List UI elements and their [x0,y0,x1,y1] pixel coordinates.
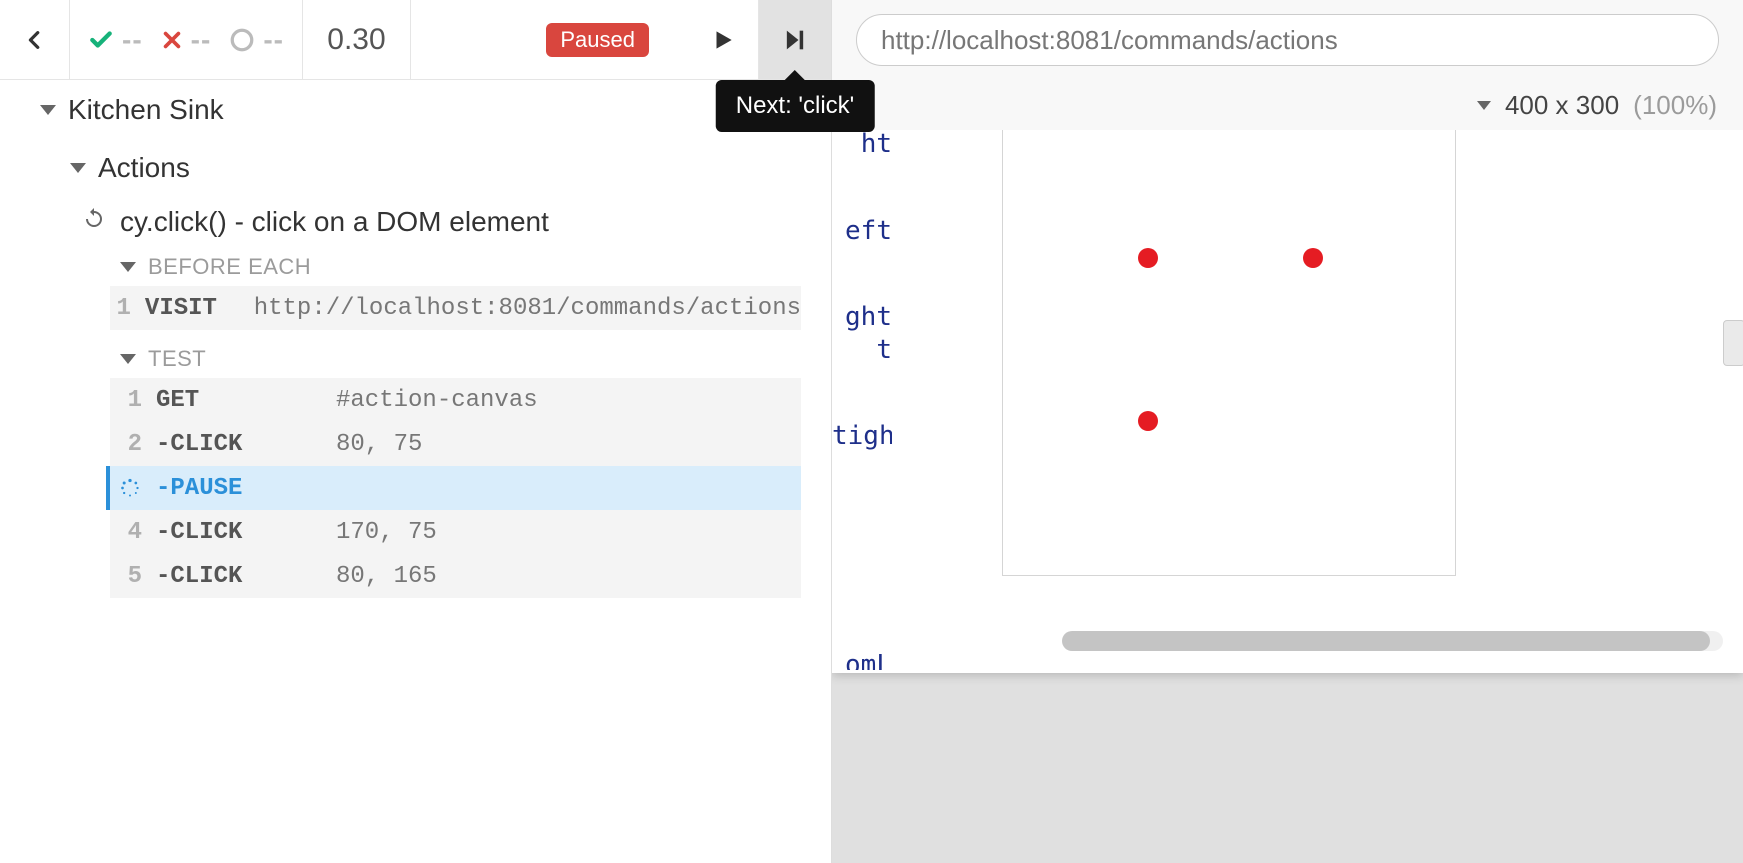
cmd-args: http://localhost:8081/commands/actions [254,295,801,322]
cmd-number: 4 [114,519,156,546]
runner-toolbar: -- -- -- 0.30 Paused [0,0,831,80]
stat-failed: -- [161,24,212,56]
command-row[interactable]: 1 GET #action-canvas [110,378,801,422]
cmd-name: GET [156,387,336,414]
click-dot [1138,248,1158,268]
command-row[interactable]: 2 -CLICK 80, 75 [110,422,801,466]
describe-row[interactable]: Actions [0,148,831,188]
chevron-left-icon [24,23,46,57]
command-row[interactable]: 1 VISIT http://localhost:8081/commands/a… [110,286,801,330]
circle-icon [229,27,255,53]
url-bar-row [832,0,1743,80]
pending-count: -- [263,24,284,56]
vertical-scroll-knob[interactable] [1723,320,1743,366]
aut-sidebar-fragment: ht eft ght t tigh omL [832,130,892,670]
command-row[interactable]: 4 -CLICK 170, 75 [110,510,801,554]
aut-preview-wrapper: ht eft ght t tigh omL [832,130,1743,863]
duration-value: 0.30 [327,23,385,57]
caret-down-icon [70,163,86,173]
scrollbar-thumb[interactable] [1062,631,1710,651]
url-input[interactable] [856,14,1719,66]
cmd-number: 1 [114,387,156,414]
back-button[interactable] [0,0,70,79]
before-each-header[interactable]: BEFORE EACH [0,238,831,286]
cmd-number: 2 [114,431,156,458]
click-dot [1303,248,1323,268]
step-next-button[interactable]: Next: 'click' [759,0,831,79]
step-forward-icon [781,25,809,55]
viewport-zoom: (100%) [1633,90,1717,121]
cmd-name: -CLICK [156,431,336,458]
caret-down-icon [120,262,136,272]
caret-down-icon [40,105,56,115]
aut-shadow: ht eft ght t tigh omL [832,130,1743,673]
cmd-name: -PAUSE [156,475,316,502]
cmd-args: 170, 75 [336,519,801,546]
test-section-label: TEST [148,346,206,372]
before-each-label: BEFORE EACH [148,254,311,280]
cmd-name: -CLICK [156,519,336,546]
cmd-args: 80, 165 [336,563,801,590]
check-icon [88,27,114,53]
viewport-dimensions: 400 x 300 [1505,90,1619,121]
caret-down-icon [1477,101,1491,110]
before-each-commands: 1 VISIT http://localhost:8081/commands/a… [110,286,801,330]
paused-badge: Paused [546,23,649,57]
cmd-args: 80, 75 [336,431,801,458]
cmd-number: 1 [114,295,145,322]
toolbar-spacer: Paused [411,0,687,79]
describe-title: Actions [98,152,190,184]
cmd-name: -CLICK [156,563,336,590]
test-title: cy.click() - click on a DOM element [120,206,549,238]
sync-icon [82,206,106,238]
aut-content[interactable]: ht eft ght t tigh omL [832,130,1743,670]
test-commands: 1 GET #action-canvas 2 -CLICK 80, 75 [110,378,801,598]
cmd-number: 5 [114,563,156,590]
passed-count: -- [122,24,143,56]
play-icon [710,25,736,55]
x-icon [161,29,183,51]
command-log[interactable]: Kitchen Sink Actions cy.click() - click … [0,80,831,863]
command-row-paused[interactable]: -PAUSE [106,466,801,510]
viewport-info[interactable]: 400 x 300 (100%) [832,80,1743,130]
suite-row[interactable]: Kitchen Sink [0,90,831,130]
action-canvas[interactable] [1002,130,1456,576]
failed-count: -- [191,24,212,56]
click-dot [1138,411,1158,431]
caret-down-icon [120,354,136,364]
resume-button[interactable] [687,0,759,79]
command-row[interactable]: 5 -CLICK 80, 165 [110,554,801,598]
cmd-name: VISIT [145,295,254,322]
suite-title: Kitchen Sink [68,94,224,126]
run-stats: -- -- -- [70,0,303,79]
cmd-args: #action-canvas [336,387,801,414]
duration: 0.30 [303,0,411,79]
test-section-header[interactable]: TEST [0,330,831,378]
aut-panel: 400 x 300 (100%) ht eft ght t tigh omL [832,0,1743,863]
stat-passed: -- [88,24,143,56]
step-tooltip: Next: 'click' [716,80,875,132]
reporter-panel: -- -- -- 0.30 Paused [0,0,832,863]
horizontal-scrollbar[interactable] [1062,631,1723,651]
spinner-icon [120,478,140,498]
stat-pending: -- [229,24,284,56]
test-row[interactable]: cy.click() - click on a DOM element [0,206,831,238]
